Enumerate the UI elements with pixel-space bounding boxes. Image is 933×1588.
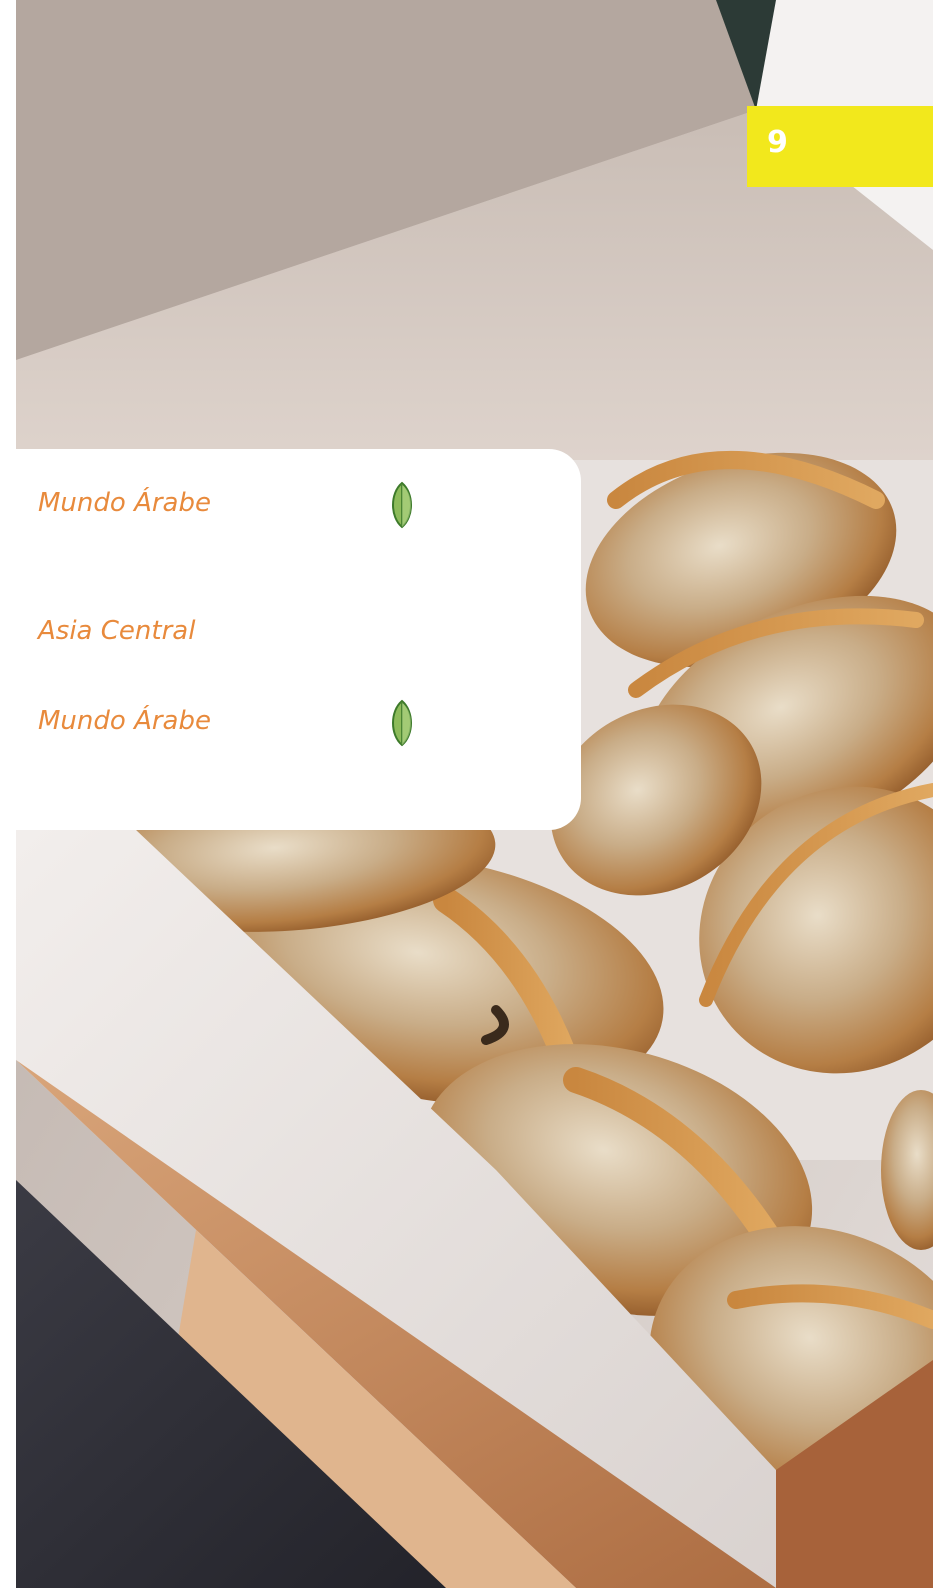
menu-item-1: Mundo Árabe bbox=[38, 488, 211, 518]
page-number: 9 bbox=[767, 125, 788, 160]
menu-item-3: Mundo Árabe bbox=[38, 706, 211, 736]
menu-page: 9 Mundo Árabe Asia Central Mundo Árabe bbox=[0, 0, 933, 1588]
leaf-icon bbox=[392, 481, 412, 529]
leaf-icon bbox=[392, 699, 412, 747]
menu-card: Mundo Árabe Asia Central Mundo Árabe bbox=[0, 449, 581, 830]
page-number-tab: 9 bbox=[747, 106, 933, 187]
menu-item-2: Asia Central bbox=[38, 616, 196, 646]
